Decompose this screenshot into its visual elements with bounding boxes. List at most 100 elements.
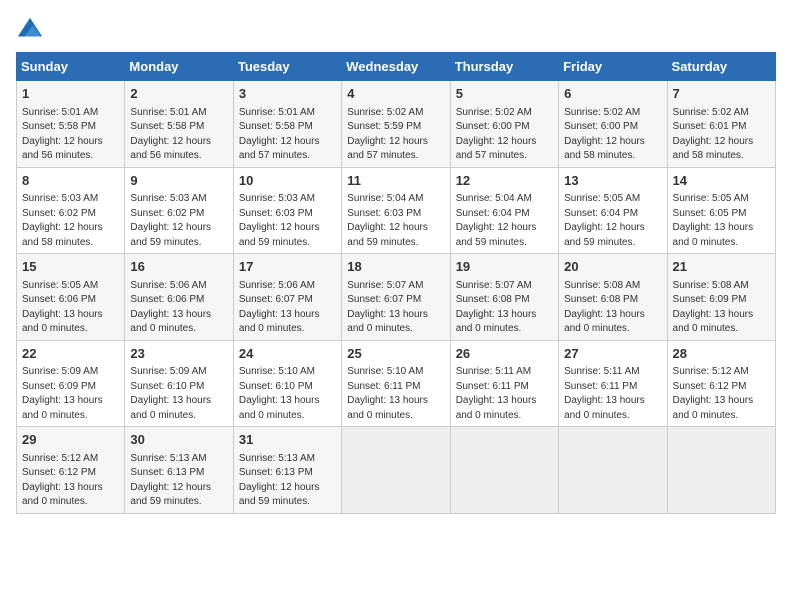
calendar-cell: 15 Sunrise: 5:05 AM Sunset: 6:06 PM Dayli…	[17, 254, 125, 341]
calendar-cell: 21Sunrise: 5:08 AM Sunset: 6:09 PM Dayli…	[667, 254, 775, 341]
day-info: Sunrise: 5:03 AM Sunset: 6:02 PM Dayligh…	[130, 193, 211, 248]
header	[16, 16, 776, 44]
day-info: Sunrise: 5:03 AM Sunset: 6:02 PM Dayligh…	[22, 193, 103, 248]
day-info: Sunrise: 5:05 AM Sunset: 6:06 PM Dayligh…	[22, 280, 103, 335]
logo-icon	[16, 16, 44, 44]
calendar-cell: 27 Sunrise: 5:11 AM Sunset: 6:11 PM Dayli…	[559, 340, 667, 427]
calendar-cell	[342, 427, 450, 514]
day-info: Sunrise: 5:01 AM Sunset: 5:58 PM Dayligh…	[22, 107, 103, 162]
day-number: 9	[130, 172, 227, 190]
day-number: 30	[130, 431, 227, 449]
day-info: Sunrise: 5:02 AM Sunset: 5:59 PM Dayligh…	[347, 107, 428, 162]
day-info: Sunrise: 5:08 AM Sunset: 6:08 PM Dayligh…	[564, 280, 645, 335]
day-number: 20	[564, 258, 661, 276]
calendar-cell: 16Sunrise: 5:06 AM Sunset: 6:06 PM Dayli…	[125, 254, 233, 341]
calendar-cell	[450, 427, 558, 514]
calendar-cell: 2 Sunrise: 5:01 AM Sunset: 5:58 PM Daylig…	[125, 81, 233, 168]
day-info: Sunrise: 5:01 AM Sunset: 5:58 PM Dayligh…	[239, 107, 320, 162]
calendar-cell: 26Sunrise: 5:11 AM Sunset: 6:11 PM Dayli…	[450, 340, 558, 427]
calendar-cell: 28 Sunrise: 5:12 AM Sunset: 6:12 PM Dayli…	[667, 340, 775, 427]
calendar-cell: 31 Sunrise: 5:13 AM Sunset: 6:13 PM Dayli…	[233, 427, 341, 514]
day-info: Sunrise: 5:13 AM Sunset: 6:13 PM Dayligh…	[130, 453, 211, 508]
day-info: Sunrise: 5:13 AM Sunset: 6:13 PM Dayligh…	[239, 453, 320, 508]
calendar-cell: 3Sunrise: 5:01 AM Sunset: 5:58 PM Daylig…	[233, 81, 341, 168]
day-info: Sunrise: 5:11 AM Sunset: 6:11 PM Dayligh…	[564, 366, 645, 421]
day-info: Sunrise: 5:02 AM Sunset: 6:00 PM Dayligh…	[564, 107, 645, 162]
calendar-cell: 9 Sunrise: 5:03 AM Sunset: 6:02 PM Daylig…	[125, 167, 233, 254]
day-number: 19	[456, 258, 553, 276]
calendar-cell: 22Sunrise: 5:09 AM Sunset: 6:09 PM Dayli…	[17, 340, 125, 427]
day-number: 27	[564, 345, 661, 363]
day-info: Sunrise: 5:05 AM Sunset: 6:05 PM Dayligh…	[673, 193, 754, 248]
day-header-tuesday: Tuesday	[233, 53, 341, 81]
calendar-cell: 13 Sunrise: 5:05 AM Sunset: 6:04 PM Dayli…	[559, 167, 667, 254]
day-number: 25	[347, 345, 444, 363]
day-header-wednesday: Wednesday	[342, 53, 450, 81]
day-info: Sunrise: 5:04 AM Sunset: 6:03 PM Dayligh…	[347, 193, 428, 248]
calendar-cell: 5Sunrise: 5:02 AM Sunset: 6:00 PM Daylig…	[450, 81, 558, 168]
day-info: Sunrise: 5:06 AM Sunset: 6:06 PM Dayligh…	[130, 280, 211, 335]
day-number: 23	[130, 345, 227, 363]
day-info: Sunrise: 5:10 AM Sunset: 6:11 PM Dayligh…	[347, 366, 428, 421]
calendar-cell: 12 Sunrise: 5:04 AM Sunset: 6:04 PM Dayli…	[450, 167, 558, 254]
calendar-cell: 6 Sunrise: 5:02 AM Sunset: 6:00 PM Daylig…	[559, 81, 667, 168]
day-number: 31	[239, 431, 336, 449]
day-number: 14	[673, 172, 770, 190]
calendar-cell: 30 Sunrise: 5:13 AM Sunset: 6:13 PM Dayli…	[125, 427, 233, 514]
day-info: Sunrise: 5:02 AM Sunset: 6:01 PM Dayligh…	[673, 107, 754, 162]
day-header-friday: Friday	[559, 53, 667, 81]
calendar-cell: 29 Sunrise: 5:12 AM Sunset: 6:12 PM Dayli…	[17, 427, 125, 514]
day-number: 15	[22, 258, 119, 276]
calendar-cell: 8 Sunrise: 5:03 AM Sunset: 6:02 PM Daylig…	[17, 167, 125, 254]
calendar-cell: 11 Sunrise: 5:04 AM Sunset: 6:03 PM Dayli…	[342, 167, 450, 254]
calendar-week-3: 15 Sunrise: 5:05 AM Sunset: 6:06 PM Dayli…	[17, 254, 776, 341]
day-number: 10	[239, 172, 336, 190]
day-info: Sunrise: 5:03 AM Sunset: 6:03 PM Dayligh…	[239, 193, 320, 248]
day-info: Sunrise: 5:08 AM Sunset: 6:09 PM Dayligh…	[673, 280, 754, 335]
day-number: 13	[564, 172, 661, 190]
calendar-cell: 10 Sunrise: 5:03 AM Sunset: 6:03 PM Dayli…	[233, 167, 341, 254]
calendar-cell: 19 Sunrise: 5:07 AM Sunset: 6:08 PM Dayli…	[450, 254, 558, 341]
day-number: 26	[456, 345, 553, 363]
day-number: 8	[22, 172, 119, 190]
calendar-week-2: 8 Sunrise: 5:03 AM Sunset: 6:02 PM Daylig…	[17, 167, 776, 254]
calendar-cell: 18 Sunrise: 5:07 AM Sunset: 6:07 PM Dayli…	[342, 254, 450, 341]
day-info: Sunrise: 5:06 AM Sunset: 6:07 PM Dayligh…	[239, 280, 320, 335]
day-header-monday: Monday	[125, 53, 233, 81]
day-number: 4	[347, 85, 444, 103]
calendar-cell: 1 Sunrise: 5:01 AM Sunset: 5:58 PM Daylig…	[17, 81, 125, 168]
calendar-cell: 7Sunrise: 5:02 AM Sunset: 6:01 PM Daylig…	[667, 81, 775, 168]
day-info: Sunrise: 5:05 AM Sunset: 6:04 PM Dayligh…	[564, 193, 645, 248]
calendar-cell: 14 Sunrise: 5:05 AM Sunset: 6:05 PM Dayli…	[667, 167, 775, 254]
calendar-week-1: 1 Sunrise: 5:01 AM Sunset: 5:58 PM Daylig…	[17, 81, 776, 168]
day-number: 2	[130, 85, 227, 103]
day-number: 29	[22, 431, 119, 449]
day-number: 22	[22, 345, 119, 363]
calendar-cell: 4 Sunrise: 5:02 AM Sunset: 5:59 PM Daylig…	[342, 81, 450, 168]
day-number: 28	[673, 345, 770, 363]
day-info: Sunrise: 5:01 AM Sunset: 5:58 PM Dayligh…	[130, 107, 211, 162]
day-number: 11	[347, 172, 444, 190]
day-number: 18	[347, 258, 444, 276]
day-info: Sunrise: 5:02 AM Sunset: 6:00 PM Dayligh…	[456, 107, 537, 162]
day-info: Sunrise: 5:07 AM Sunset: 6:08 PM Dayligh…	[456, 280, 537, 335]
day-number: 12	[456, 172, 553, 190]
day-info: Sunrise: 5:10 AM Sunset: 6:10 PM Dayligh…	[239, 366, 320, 421]
calendar-header-row: SundayMondayTuesdayWednesdayThursdayFrid…	[17, 53, 776, 81]
calendar-cell: 23Sunrise: 5:09 AM Sunset: 6:10 PM Dayli…	[125, 340, 233, 427]
day-info: Sunrise: 5:12 AM Sunset: 6:12 PM Dayligh…	[22, 453, 103, 508]
calendar-week-4: 22Sunrise: 5:09 AM Sunset: 6:09 PM Dayli…	[17, 340, 776, 427]
calendar-cell	[559, 427, 667, 514]
calendar-cell: 17 Sunrise: 5:06 AM Sunset: 6:07 PM Dayli…	[233, 254, 341, 341]
day-number: 6	[564, 85, 661, 103]
day-number: 17	[239, 258, 336, 276]
day-info: Sunrise: 5:04 AM Sunset: 6:04 PM Dayligh…	[456, 193, 537, 248]
day-header-saturday: Saturday	[667, 53, 775, 81]
day-info: Sunrise: 5:12 AM Sunset: 6:12 PM Dayligh…	[673, 366, 754, 421]
calendar-cell: 20 Sunrise: 5:08 AM Sunset: 6:08 PM Dayli…	[559, 254, 667, 341]
day-number: 1	[22, 85, 119, 103]
day-header-thursday: Thursday	[450, 53, 558, 81]
calendar-table: SundayMondayTuesdayWednesdayThursdayFrid…	[16, 52, 776, 514]
logo	[16, 16, 48, 44]
day-info: Sunrise: 5:07 AM Sunset: 6:07 PM Dayligh…	[347, 280, 428, 335]
